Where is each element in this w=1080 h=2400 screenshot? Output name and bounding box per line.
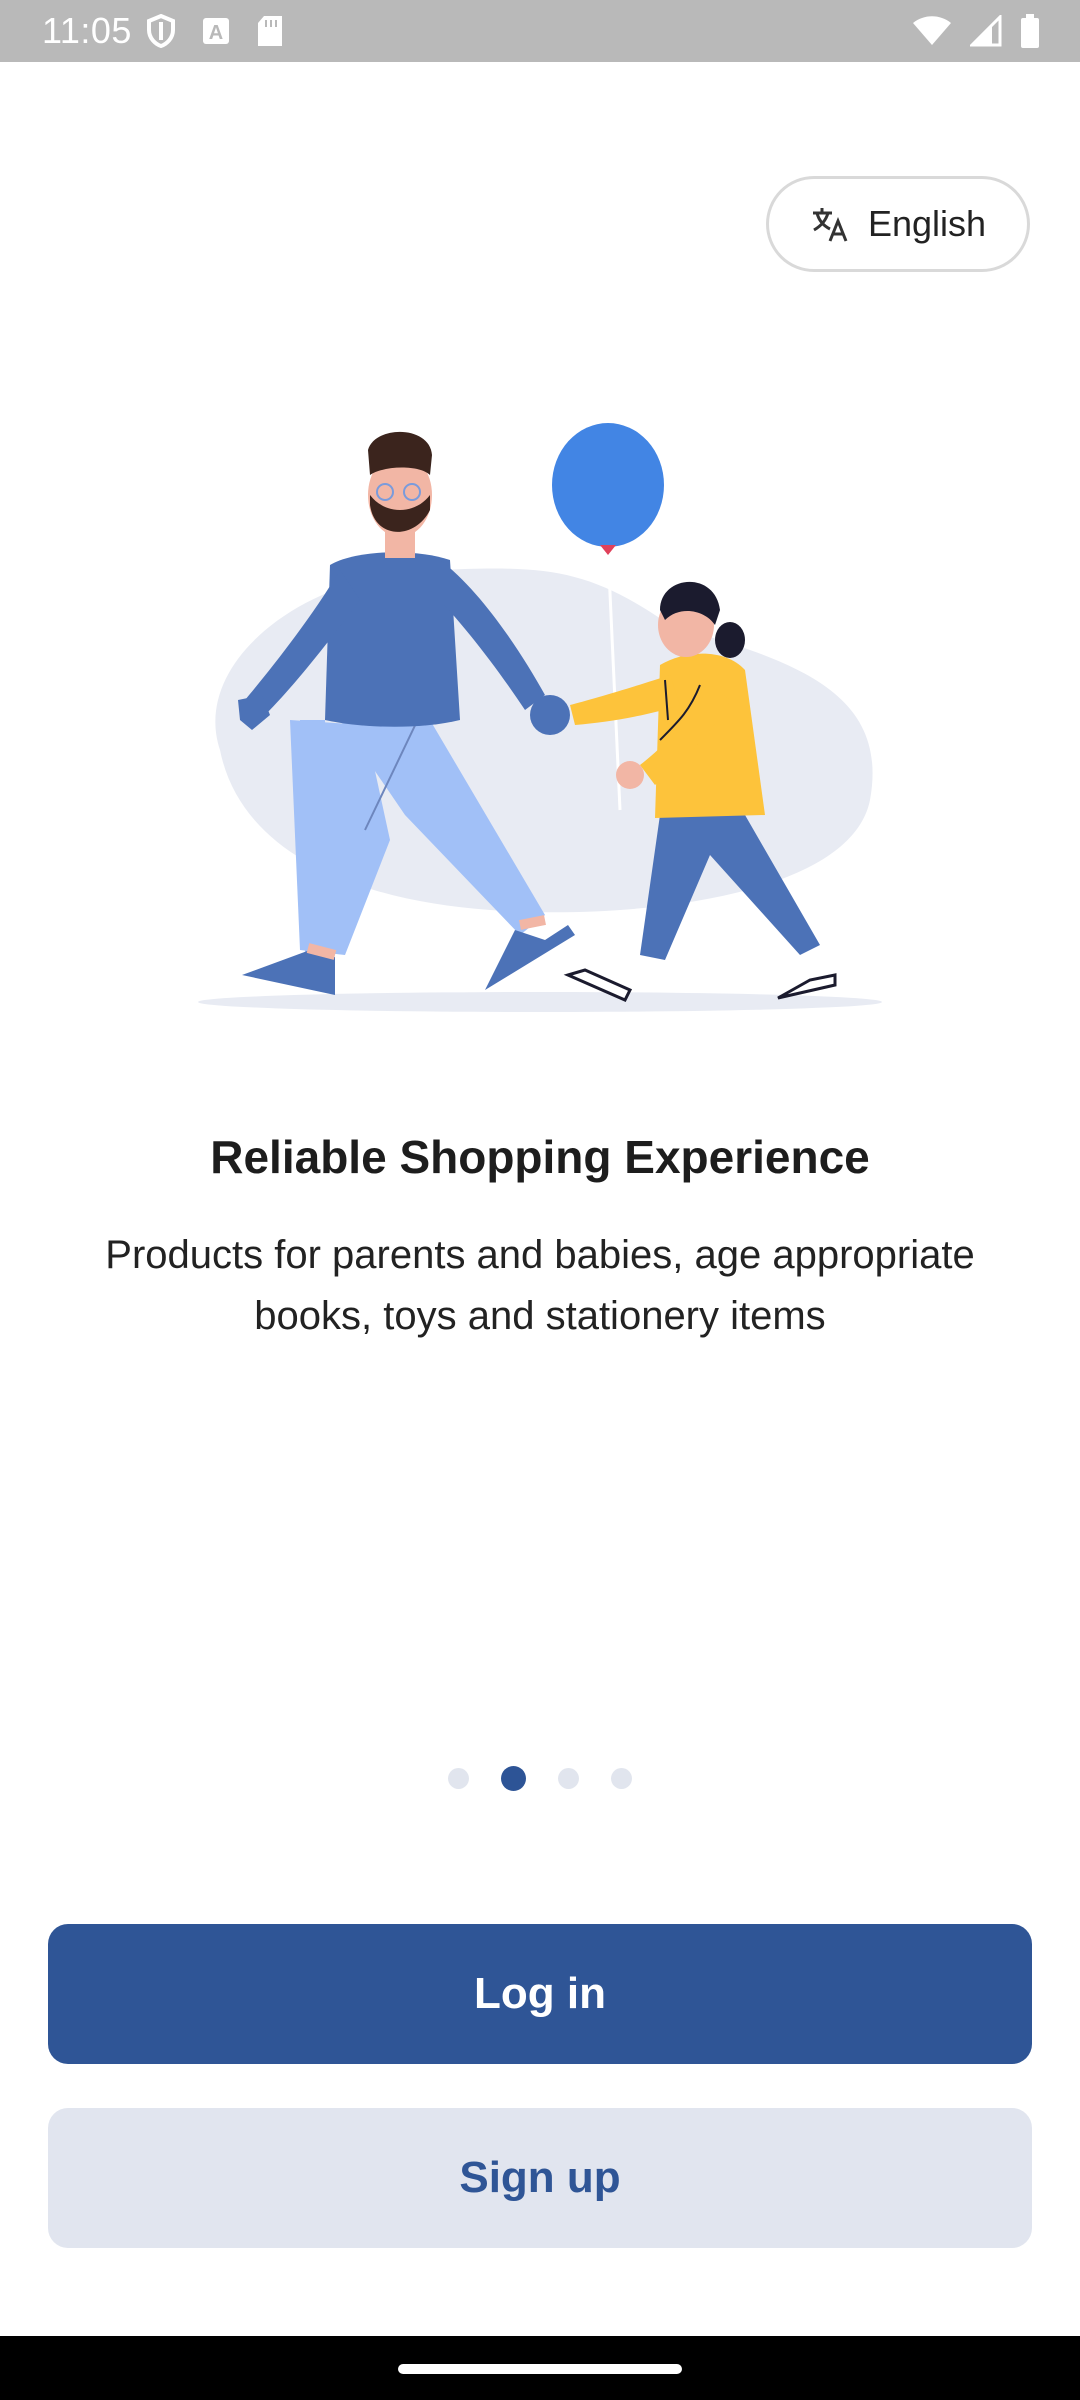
language-label: English: [867, 203, 987, 244]
login-button[interactable]: Log in: [48, 1924, 1032, 2064]
language-button[interactable]: English: [766, 176, 1030, 272]
system-nav-bar: [0, 2336, 1080, 2400]
onboarding-title: Reliable Shopping Experience: [210, 1131, 870, 1183]
home-gesture-handle[interactable]: [398, 2364, 682, 2374]
wifi-icon: [913, 16, 951, 45]
status-left-icons: A: [146, 14, 284, 48]
ground-shadow: [198, 992, 882, 1012]
status-right-icons: [912, 14, 1040, 48]
sd-card-icon: [258, 16, 282, 46]
shield-icon: [147, 14, 175, 48]
translate-icon: [812, 208, 848, 242]
svg-text:A: A: [209, 22, 223, 44]
status-bar: 11:05 A: [0, 0, 1080, 62]
onboarding-description: Products for parents and babies, age app…: [105, 1233, 975, 1338]
battery-icon: [1021, 14, 1039, 48]
page-dot-1[interactable]: [448, 1768, 469, 1789]
signup-button[interactable]: Sign up: [48, 2108, 1032, 2248]
page-dot-2-active[interactable]: [501, 1766, 526, 1791]
page-dot-3[interactable]: [558, 1768, 579, 1789]
onboarding-illustration: [198, 423, 882, 1012]
page-dot-4[interactable]: [611, 1768, 632, 1789]
signal-icon: [970, 15, 1002, 47]
a-badge-icon: A: [203, 18, 229, 44]
status-time: 11:05: [42, 10, 132, 51]
page-indicator: [0, 1766, 1080, 1791]
